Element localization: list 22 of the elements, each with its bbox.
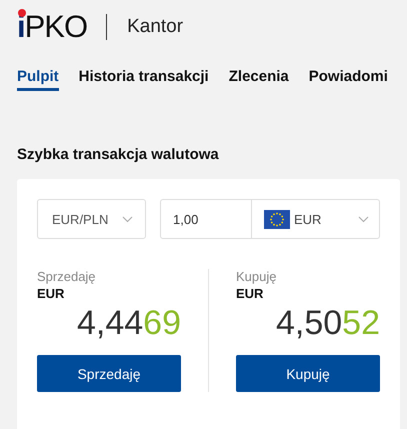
nav-tab[interactable]: Zlecenia [228,68,289,91]
rate-pips: 69 [143,303,181,343]
amount-field[interactable]: 1,00 EUR [160,199,380,239]
app-title: Kantor [127,16,184,38]
nav-tab[interactable]: Pulpit [17,68,59,91]
currency-label: EUR [37,286,66,301]
currency-pair-select[interactable]: EUR/PLN [37,199,146,239]
chevron-down-icon [122,216,133,222]
nav-tab[interactable]: Historia transakcji [78,68,209,91]
rate-value: 4,50 [276,303,342,343]
chevron-down-icon [358,216,369,222]
currency-select[interactable]: EUR [251,200,379,238]
trade-button[interactable]: Kupuję [236,355,380,392]
section-title: Szybka transakcja walutowa [16,145,220,163]
trade-button[interactable]: Sprzedaję [37,355,181,392]
rate-value: 4,44 [76,303,144,343]
rate-pips: 52 [342,303,380,343]
offer-label: Sprzedaję [37,269,97,284]
currency-label: EUR [236,286,264,301]
nav-tab[interactable]: Powiadomi [308,68,388,91]
offer-label: Kupuję [236,269,278,284]
flag-icon [264,210,290,228]
